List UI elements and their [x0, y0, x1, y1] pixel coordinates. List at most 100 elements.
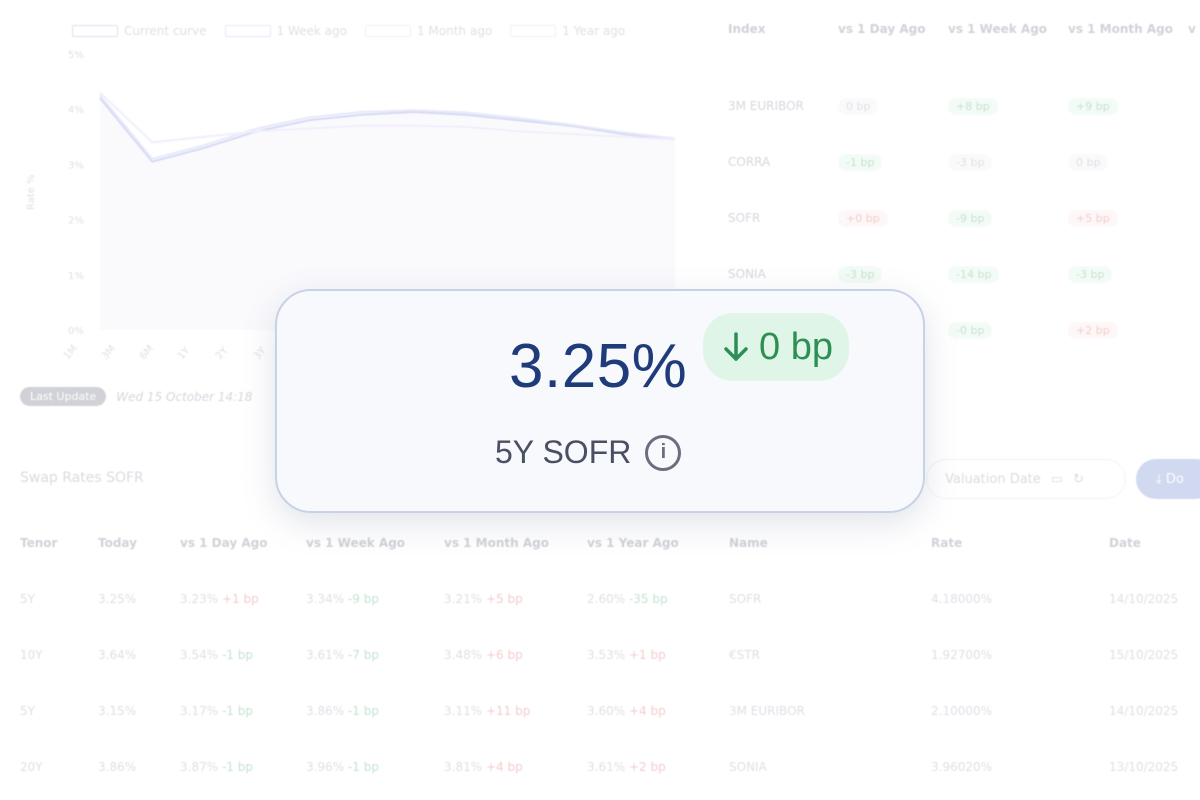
y-tick-label: 0% — [68, 326, 84, 337]
change-chip: +0 bp — [838, 209, 888, 227]
table-cell: 13/10/2025 — [1109, 760, 1200, 774]
legend-swatch — [364, 25, 411, 37]
table-row[interactable]: 20Y 3.86% 3.87% -1 bp 3.96% -1 bp 3.81% +4 b… — [20, 760, 1200, 800]
rate-change-badge: 0 bp — [703, 313, 849, 381]
x-tick-label: 2Y — [214, 345, 231, 362]
cell-value: 4.18000% — [931, 592, 993, 606]
valuation-date-field[interactable]: Valuation Date ▭ ↻ — [926, 459, 1126, 499]
download-label: Do — [1165, 471, 1184, 487]
legend-swatch — [72, 25, 118, 37]
table-cell: 14/10/2025 — [1109, 592, 1200, 606]
legend-item-year[interactable]: 1 Year ago — [510, 24, 625, 38]
change-value: +4 bp — [485, 760, 523, 774]
legend-item-month[interactable]: 1 Month ago — [364, 24, 493, 38]
cell-value: 3.64% — [98, 648, 137, 662]
column-header[interactable]: vs 1 Month Ago — [444, 536, 587, 550]
legend-item-week[interactable]: 1 Week ago — [224, 24, 347, 38]
table-cell: 3.86% -1 bp — [306, 704, 444, 718]
legend-swatch — [510, 25, 557, 37]
rate-name: 5Y SOFR — [495, 434, 632, 470]
table-row[interactable]: 5Y 3.25% 3.23% +1 bp 3.34% -9 bp 3.21% +5 bp… — [20, 592, 1200, 648]
table-cell: 3.60% +4 bp — [587, 704, 729, 718]
legend-swatch — [224, 25, 271, 37]
change-chip: 0 bp — [1068, 153, 1109, 171]
table-cell: €STR — [729, 648, 931, 662]
index-table-row[interactable]: CORRA -1 bp -3 bp 0 bp — [728, 134, 1200, 190]
cell-value: 3.96020% — [931, 760, 993, 774]
index-table-row[interactable]: 3M EURIBOR 0 bp +8 bp +9 bp — [728, 78, 1200, 134]
change-chip: -3 bp — [1068, 265, 1113, 283]
cell-value: 2.60% — [587, 592, 626, 606]
table-cell: 3.87% -1 bp — [180, 760, 306, 774]
column-header[interactable]: vs 1 Week Ago — [948, 22, 1068, 36]
cell-value: 3.25% — [98, 592, 137, 606]
column-header[interactable]: Date — [1109, 536, 1200, 550]
cell-value: 3.87% — [180, 760, 219, 774]
cell-value: 13/10/2025 — [1109, 760, 1179, 774]
rate-change-value: 0 bp — [759, 325, 833, 368]
table-row[interactable]: 5Y 3.15% 3.17% -1 bp 3.86% -1 bp 3.11% +11 b… — [20, 704, 1200, 760]
cell-value: 5Y — [20, 592, 35, 606]
refresh-icon[interactable]: ↻ — [1073, 472, 1084, 487]
change-value: -7 bp — [347, 648, 379, 662]
column-header[interactable]: Name — [729, 536, 931, 550]
cell-value: 20Y — [20, 760, 43, 774]
table-cell: -14 bp — [948, 265, 1068, 283]
table-cell: 3.81% +4 bp — [444, 760, 587, 774]
table-cell: +0 bp — [838, 209, 948, 227]
index-name: 3M EURIBOR — [728, 99, 804, 113]
table-cell: 0 bp — [1068, 153, 1188, 171]
column-header[interactable]: vs 1 Year Ago — [587, 536, 729, 550]
column-header[interactable]: vs 1 Day Ago — [838, 22, 948, 36]
x-tick-label: 3M — [100, 343, 118, 362]
legend-label: 1 Month ago — [416, 24, 493, 38]
column-header[interactable]: Tenor — [20, 536, 98, 550]
table-cell: 14/10/2025 — [1109, 704, 1200, 718]
index-table-header: Index vs 1 Day Ago vs 1 Week Ago vs 1 Mo… — [728, 22, 1200, 78]
table-cell: SONIA — [729, 760, 931, 774]
cell-value: 3.34% — [306, 592, 345, 606]
swap-table-header: Tenor Today vs 1 Day Ago vs 1 Week Ago v… — [20, 536, 1200, 592]
change-chip: +8 bp — [948, 97, 998, 115]
change-value: -1 bp — [221, 704, 253, 718]
chart-legend: Current curve 1 Week ago 1 Month ago 1 Y… — [72, 24, 625, 38]
index-name: SONIA — [728, 267, 766, 281]
column-header[interactable]: vs 1 Week Ago — [306, 536, 444, 550]
change-value: +5 bp — [485, 592, 523, 606]
legend-item-current[interactable]: Current curve — [72, 24, 207, 38]
cell-value: SONIA — [729, 760, 767, 774]
column-header[interactable]: Index — [728, 22, 838, 36]
calendar-icon: ▭ — [1050, 471, 1064, 487]
x-tick-label: 1Y — [176, 345, 193, 362]
column-header[interactable]: Today — [98, 536, 180, 550]
table-cell: SONIA — [728, 267, 838, 281]
info-icon[interactable]: i — [645, 434, 682, 471]
change-chip: +9 bp — [1068, 97, 1118, 115]
cell-value: 3.60% — [587, 704, 626, 718]
change-chip: 0 bp — [838, 97, 879, 115]
cell-value: 3.61% — [306, 648, 345, 662]
table-cell: -1 bp — [838, 153, 948, 171]
download-button[interactable]: ⤓ Do — [1136, 459, 1200, 499]
change-value: -35 bp — [628, 592, 668, 606]
column-header[interactable]: Rate — [931, 536, 1109, 550]
table-cell: 4.18000% — [931, 592, 1109, 606]
column-header[interactable]: v — [1188, 22, 1200, 36]
cell-value: 3.17% — [180, 704, 219, 718]
table-cell: SOFR — [728, 211, 838, 225]
arrow-down-icon — [724, 332, 748, 361]
cell-value: 14/10/2025 — [1109, 704, 1179, 718]
x-tick-label: 3Y — [252, 345, 269, 362]
change-chip: -9 bp — [948, 209, 993, 227]
y-tick-label: 3% — [68, 160, 84, 171]
column-header[interactable]: vs 1 Day Ago — [180, 536, 306, 550]
last-update: Last Update Wed 15 October 14:18 — [20, 387, 252, 406]
table-row[interactable]: 10Y 3.64% 3.54% -1 bp 3.61% -7 bp 3.48% +6 b… — [20, 648, 1200, 704]
y-tick-label: 1% — [68, 271, 84, 282]
change-chip: -3 bp — [948, 153, 993, 171]
table-cell: +2 bp — [1068, 321, 1188, 339]
column-header[interactable]: vs 1 Month Ago — [1068, 22, 1188, 36]
rate-focus-card[interactable]: 3.25% 0 bp 5Y SOFR i — [275, 289, 925, 513]
table-cell: 3.23% +1 bp — [180, 592, 306, 606]
index-table-row[interactable]: SOFR +0 bp -9 bp +5 bp — [728, 190, 1200, 246]
